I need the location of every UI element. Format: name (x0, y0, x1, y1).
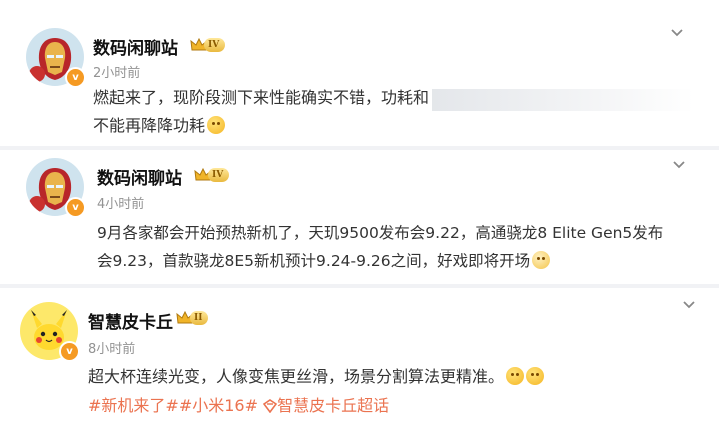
post-text-line: 燃起来了，现阶段测下来性能确实不错，功耗和 (93, 88, 430, 107)
post-text: 会9.23，首款骁龙8E5新机预计9.24-9.26之间，好戏即将开场 (97, 252, 531, 270)
surprised-emoji-icon (506, 367, 525, 385)
post-text-line: 9月各家都会开始预热新机了，天玑9500发布会9.22，高通骁龙8 Elite … (97, 224, 664, 242)
blurred-text (432, 89, 694, 111)
verified-badge-icon: v (65, 197, 86, 218)
post-time[interactable]: 8小时前 (88, 338, 135, 357)
author-name[interactable]: 数码闲聊站 (93, 34, 178, 59)
post-time[interactable]: 4小时前 (97, 193, 144, 212)
avatar[interactable]: v (20, 302, 80, 362)
tag-new-phones[interactable]: #新机来了# (88, 396, 179, 415)
post-text: 不能再降降功耗 (93, 116, 206, 135)
verified-badge-icon: v (65, 67, 86, 88)
level-label: IV (204, 38, 226, 52)
post-text: 超大杯连续光变，人像变焦更丝滑，场景分割算法更精准。 (88, 367, 505, 386)
smirk-emoji-icon (532, 251, 551, 269)
chevron-down-icon[interactable] (670, 26, 684, 40)
post-card-3: v 智慧皮卡丘 II 8小时前 超大杯连续光变，人像变焦更丝滑，场景分割算法更精… (0, 288, 719, 428)
level-badge: II (176, 310, 209, 326)
verified-badge-icon: v (59, 341, 80, 362)
post-text-line: 不能再降降功耗 (93, 112, 226, 140)
avatar[interactable]: v (26, 28, 86, 88)
chevron-down-icon[interactable] (682, 298, 696, 312)
level-badge: IV (190, 37, 226, 53)
chevron-down-icon[interactable] (672, 158, 686, 172)
avatar[interactable]: v (26, 158, 86, 218)
surprised-emoji-icon (526, 367, 545, 385)
level-badge: IV (194, 167, 230, 183)
post-time[interactable]: 2小时前 (93, 62, 140, 81)
smile-emoji-icon (207, 116, 226, 134)
tag-xiaomi-16[interactable]: #小米16# (179, 396, 258, 415)
post-card-2: v 数码闲聊站 IV 4小时前 9月各家都会开始预热新机了，天玑9500发布会9… (0, 150, 719, 284)
supertopic-link[interactable]: 智慧皮卡丘超话 (262, 396, 390, 415)
author-name[interactable]: 数码闲聊站 (97, 164, 182, 189)
topic-tags: #新机来了##小米16# 智慧皮卡丘超话 (88, 392, 389, 416)
supertopic-label: 智慧皮卡丘超话 (277, 396, 390, 415)
post-card-1: v 数码闲聊站 IV 2小时前 燃起来了，现阶段测下来性能确实不错，功耗和 不能… (0, 0, 719, 146)
post-text-line: 会9.23，首款骁龙8E5新机预计9.24-9.26之间，好戏即将开场 (97, 247, 551, 275)
author-name[interactable]: 智慧皮卡丘 (88, 308, 173, 333)
level-label: II (190, 311, 209, 325)
post-text-line: 超大杯连续光变，人像变焦更丝滑，场景分割算法更精准。 (88, 363, 545, 391)
supertopic-icon (262, 399, 278, 414)
level-label: IV (208, 168, 230, 182)
